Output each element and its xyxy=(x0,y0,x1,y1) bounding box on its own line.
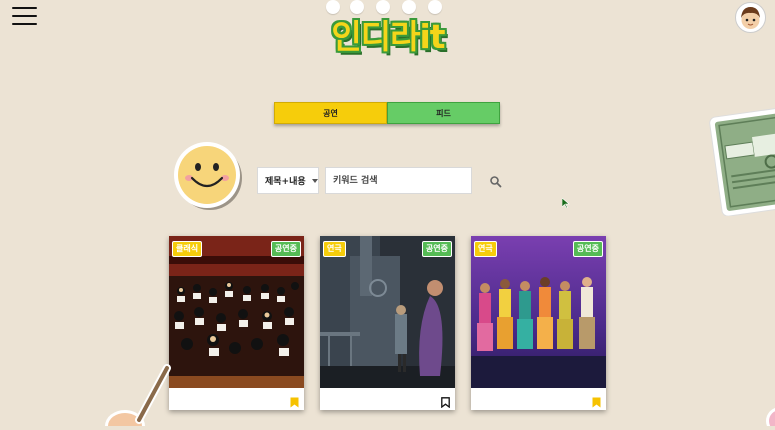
chevron-down-icon xyxy=(311,178,318,183)
performance-card[interactable]: 연극 공연중 xyxy=(320,236,455,410)
search-input[interactable] xyxy=(325,167,472,194)
genre-badge: 클래식 xyxy=(172,241,203,257)
user-avatar-icon[interactable] xyxy=(735,2,766,33)
category-tabs: 공연 피드 xyxy=(274,102,500,124)
status-badge: 공연중 xyxy=(421,241,452,257)
hamburger-menu-icon[interactable] xyxy=(12,7,37,25)
musical-dancers-photo: 연극 공연중 xyxy=(471,236,606,388)
search-filter-select[interactable]: 제목+내용 xyxy=(257,167,319,194)
genre-badge: 연극 xyxy=(323,241,346,257)
logo-text: 인디라it xyxy=(331,17,445,56)
status-badge: 공연중 xyxy=(572,241,603,257)
search-icon[interactable] xyxy=(489,174,503,188)
tab-performance[interactable]: 공연 xyxy=(274,102,387,124)
search-filter-value: 제목+내용 xyxy=(265,177,306,187)
orchestra-concert-photo: 클래식 공연중 xyxy=(169,236,304,388)
mouse-cursor-icon xyxy=(561,193,570,209)
ticket-sticker-decoration xyxy=(707,103,775,217)
bookmark-filled-icon[interactable] xyxy=(290,393,299,408)
tab-feed[interactable]: 피드 xyxy=(387,102,500,124)
genre-badge: 연극 xyxy=(474,241,497,257)
status-badge: 공연중 xyxy=(270,241,301,257)
theater-stage-photo: 연극 공연중 xyxy=(320,236,455,388)
performance-card[interactable]: 클래식 공연중 xyxy=(169,236,304,410)
guitar-decoration xyxy=(105,360,185,430)
performance-card[interactable]: 연극 공연중 xyxy=(471,236,606,410)
corner-sticker-decoration xyxy=(762,395,775,430)
smiley-icon xyxy=(172,140,242,210)
bookmark-filled-icon[interactable] xyxy=(592,393,601,408)
bookmark-outline-icon[interactable] xyxy=(441,393,450,409)
site-logo[interactable]: 인디라it xyxy=(318,0,458,56)
